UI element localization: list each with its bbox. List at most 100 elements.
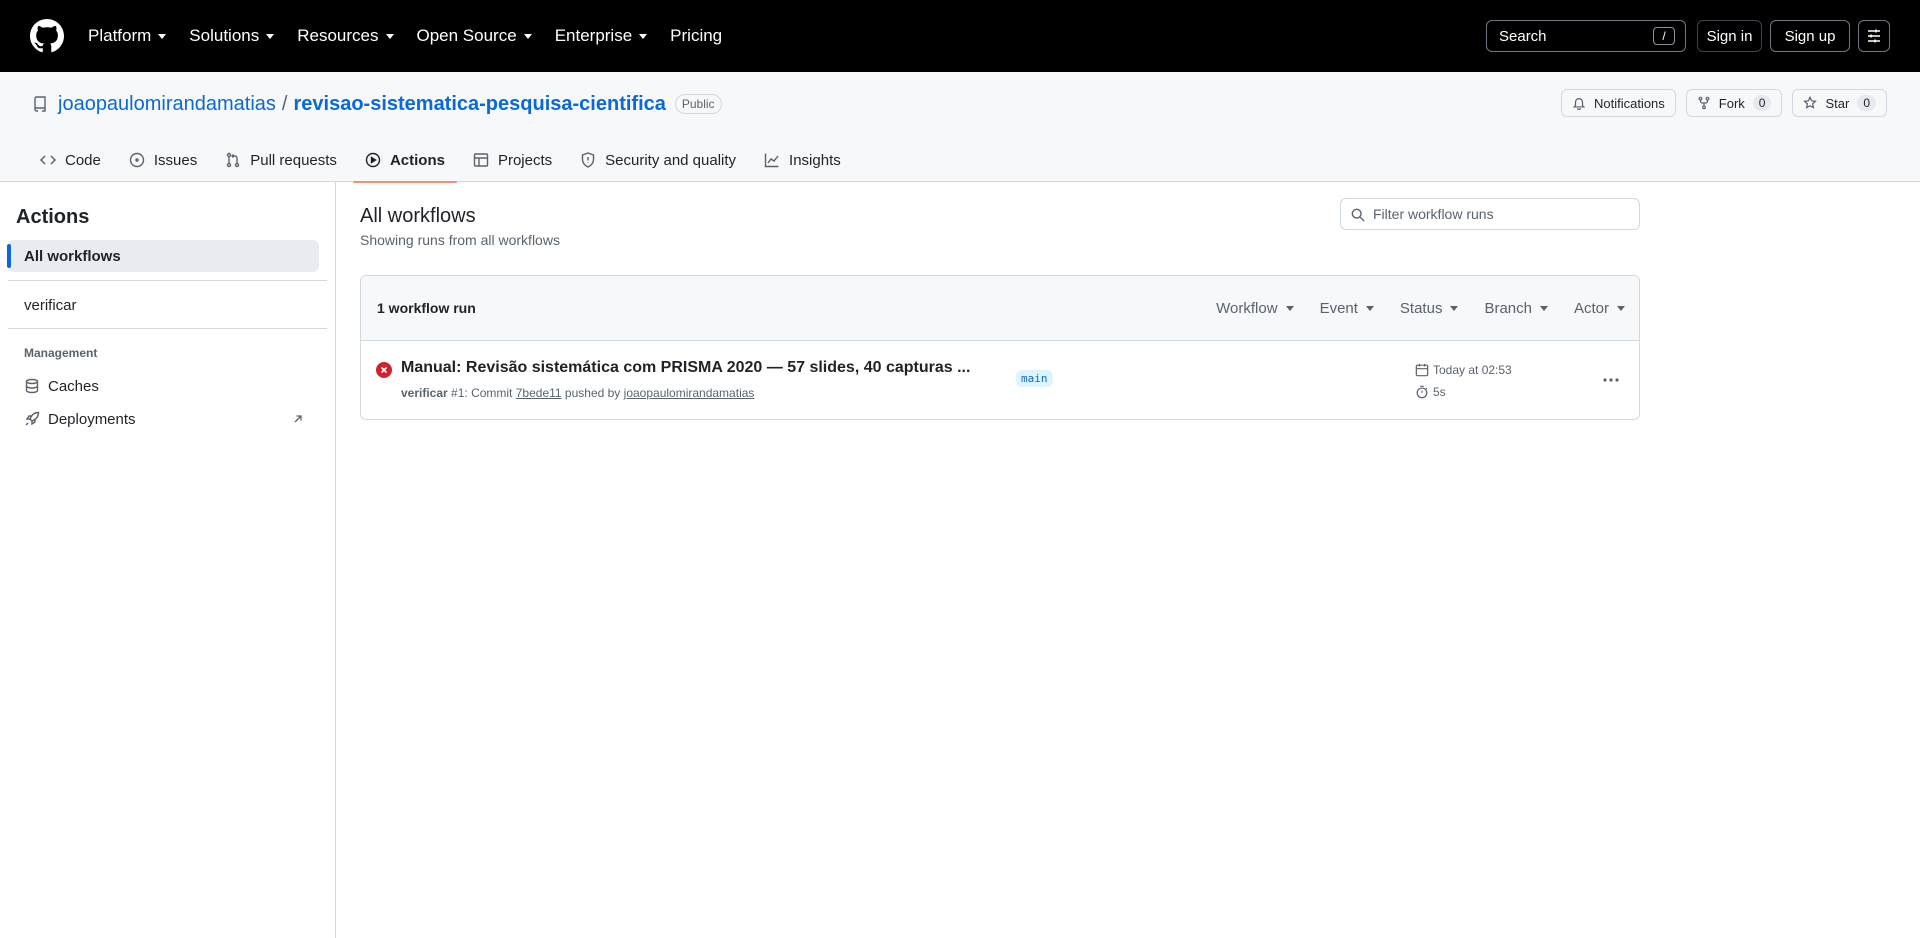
kebab-horizontal-icon xyxy=(1603,378,1619,382)
repository-header: joaopaulomirandamatias / revisao-sistema… xyxy=(0,72,1920,183)
sidebar-divider xyxy=(8,328,327,329)
repo-icon xyxy=(34,96,46,112)
breadcrumb-separator: / xyxy=(281,92,288,115)
calendar-icon xyxy=(1415,363,1429,377)
filter-placeholder: Filter workflow runs xyxy=(1373,206,1494,222)
run-workflow-name: verificar xyxy=(401,386,448,400)
tab-security[interactable]: Security and quality xyxy=(576,138,740,182)
nav-label: Platform xyxy=(88,26,152,45)
caret-down-icon xyxy=(523,33,532,39)
rocket-icon xyxy=(25,411,40,426)
filter-workflow-runs-input[interactable]: Filter workflow runs xyxy=(1340,198,1640,230)
filter-workflow-dropdown[interactable]: Workflow xyxy=(1216,300,1294,317)
workflow-run-row[interactable]: Manual: Revisão sistemática com PRISMA 2… xyxy=(361,341,1639,419)
global-header: Platform Solutions Resources Open Source… xyxy=(0,0,1920,72)
filter-status-dropdown[interactable]: Status xyxy=(1400,300,1459,317)
filter-label: Branch xyxy=(1484,300,1532,317)
workflow-runs-box: 1 workflow run Workflow Event Status Bra… xyxy=(360,275,1640,420)
workflow-run-meta: verificar #1: Commit 7bede11 pushed by j… xyxy=(401,386,754,400)
notifications-button[interactable]: Notifications xyxy=(1560,89,1676,117)
caret-down-icon xyxy=(639,33,648,39)
actor-link[interactable]: joaopaulomirandamatias xyxy=(624,386,755,400)
tab-label: Issues xyxy=(153,151,198,169)
branch-label[interactable]: main xyxy=(1016,370,1053,387)
fork-icon xyxy=(1698,96,1710,110)
sign-in-button[interactable]: Sign in xyxy=(1697,20,1762,52)
github-logo-icon[interactable] xyxy=(30,19,64,53)
tab-label: Pull requests xyxy=(250,151,337,169)
runs-filter-bar: Workflow Event Status Branch Actor xyxy=(1190,276,1625,341)
pull-request-icon xyxy=(227,152,240,168)
filter-branch-dropdown[interactable]: Branch xyxy=(1484,300,1548,317)
pushed-by-text: pushed by xyxy=(564,386,621,400)
notifications-label: Notifications xyxy=(1593,95,1665,111)
nav-pricing[interactable]: Pricing xyxy=(670,26,722,46)
filter-label: Workflow xyxy=(1216,300,1278,317)
repo-name-link[interactable]: revisao-sistematica-pesquisa-cientifica xyxy=(293,93,665,116)
sliders-icon xyxy=(1868,29,1880,43)
actions-sidebar: Actions All workflows verificar Manageme… xyxy=(0,182,336,938)
failure-x-circle-icon xyxy=(376,362,392,378)
nav-platform[interactable]: Platform xyxy=(88,26,167,46)
nav-enterprise[interactable]: Enterprise xyxy=(554,26,648,46)
tab-insights[interactable]: Insights xyxy=(760,138,845,182)
sidebar-item-verificar[interactable]: verificar xyxy=(8,289,319,321)
filter-event-dropdown[interactable]: Event xyxy=(1320,300,1374,317)
nav-solutions[interactable]: Solutions xyxy=(189,26,275,46)
repo-breadcrumb: joaopaulomirandamatias / revisao-sistema… xyxy=(32,89,722,119)
tab-projects[interactable]: Projects xyxy=(469,138,556,182)
nav-label: Resources xyxy=(297,26,379,45)
sidebar-item-caches[interactable]: Caches xyxy=(24,372,311,400)
tab-label: Insights xyxy=(789,151,841,169)
nav-label: Open Source xyxy=(416,26,517,45)
play-icon xyxy=(365,152,381,168)
table-icon xyxy=(473,153,489,167)
database-icon xyxy=(25,378,39,394)
appearance-settings-button[interactable] xyxy=(1858,20,1890,52)
page-subtitle: Showing runs from all workflows xyxy=(360,232,560,248)
repo-owner-link[interactable]: joaopaulomirandamatias xyxy=(58,93,276,116)
tab-issues[interactable]: Issues xyxy=(125,138,201,182)
sidebar-item-all-workflows[interactable]: All workflows xyxy=(7,240,319,272)
nav-label: Solutions xyxy=(189,26,260,45)
star-count: 0 xyxy=(1857,95,1876,111)
caret-down-icon xyxy=(266,33,275,39)
global-search-button[interactable]: Search / xyxy=(1486,20,1686,52)
shield-icon xyxy=(581,152,595,168)
nav-label: Enterprise xyxy=(554,26,633,45)
commit-sha-link[interactable]: 7bede11 xyxy=(516,386,562,400)
star-button[interactable]: Star 0 xyxy=(1792,89,1887,117)
run-number-text: #1: Commit xyxy=(451,386,513,400)
visibility-badge: Public xyxy=(674,94,722,114)
page-title: All workflows xyxy=(360,205,476,227)
management-heading: Management xyxy=(24,346,98,360)
caret-down-icon xyxy=(158,33,167,39)
fork-button[interactable]: Fork 0 xyxy=(1685,89,1783,117)
run-duration-text: 5s xyxy=(1433,385,1446,399)
sign-up-button[interactable]: Sign up xyxy=(1770,20,1850,52)
workflow-run-title-link[interactable]: Manual: Revisão sistemática com PRISMA 2… xyxy=(401,359,970,377)
nav-resources[interactable]: Resources xyxy=(297,26,394,46)
tab-actions[interactable]: Actions xyxy=(352,138,457,183)
search-label: Search xyxy=(1499,27,1547,45)
stopwatch-icon xyxy=(1416,385,1428,399)
caret-down-icon xyxy=(1285,306,1294,311)
caret-down-icon xyxy=(1539,306,1548,311)
sidebar-title: Actions xyxy=(16,206,90,228)
tab-pull-requests[interactable]: Pull requests xyxy=(221,138,341,182)
bell-icon xyxy=(1572,98,1586,110)
caret-down-icon xyxy=(385,33,394,39)
graph-icon xyxy=(764,153,779,168)
code-icon xyxy=(40,155,56,165)
tab-code[interactable]: Code xyxy=(36,138,105,182)
run-date: Today at 02:53 xyxy=(1415,363,1512,377)
filter-label: Actor xyxy=(1573,300,1609,317)
sidebar-item-deployments[interactable]: Deployments xyxy=(24,405,311,433)
nav-open-source[interactable]: Open Source xyxy=(417,26,532,46)
caret-down-icon xyxy=(1617,306,1625,311)
run-more-options-button[interactable] xyxy=(1597,366,1625,394)
search-icon xyxy=(1351,208,1365,222)
filter-actor-dropdown[interactable]: Actor xyxy=(1574,300,1625,317)
filter-label: Event xyxy=(1319,300,1358,317)
repo-actions: Notifications Fork 0 Star 0 xyxy=(1551,89,1887,117)
